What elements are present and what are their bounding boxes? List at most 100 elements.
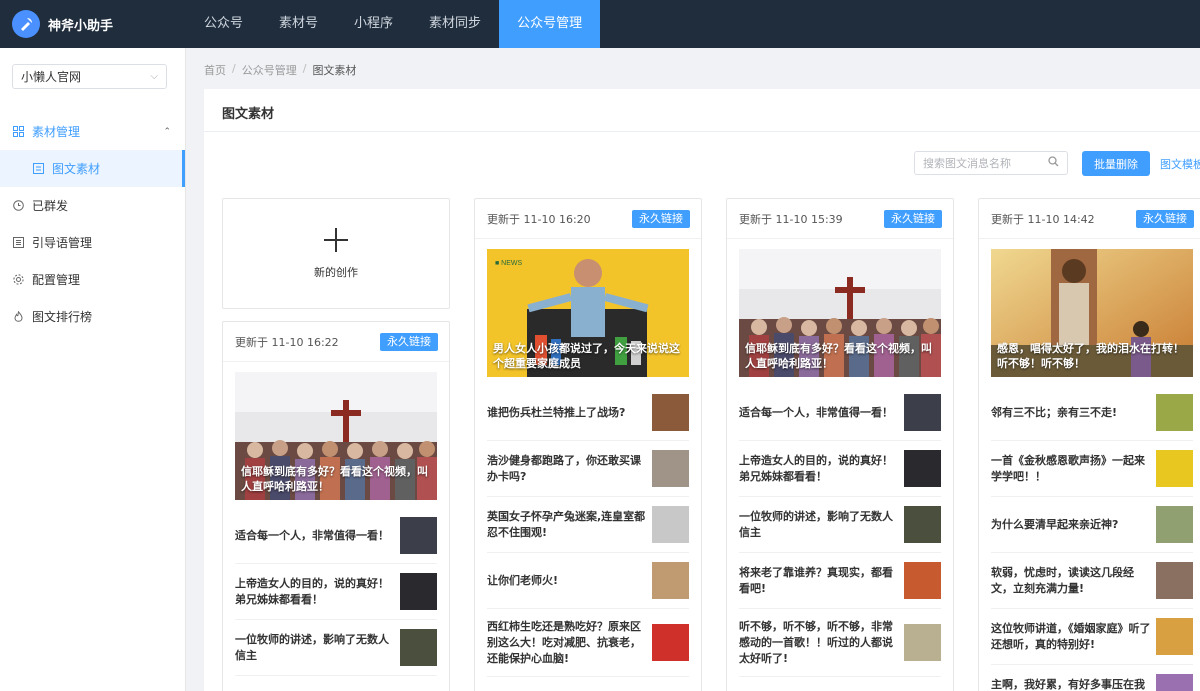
main-panel: 图文素材 搜索图文消息名称 批量删除 图文模板 新的创作 更新于 11-10 1… [204, 89, 1200, 691]
new-creation-card[interactable]: 新的创作 [222, 198, 450, 309]
page-title: 图文素材 [222, 107, 275, 122]
card-updated-time: 更新于 11-10 14:42 [991, 212, 1095, 226]
list-item[interactable]: 上帝造女人的目的，说的真好！弟兄姊妹都看看！ [739, 441, 941, 497]
card-header: 更新于 11-10 16:22 永久链接 [223, 322, 449, 362]
article-thumbnail [1156, 674, 1193, 691]
sidebar-item-settings[interactable]: 配置管理 [0, 261, 185, 298]
cover-image[interactable]: 感恩，唱得太好了，我的泪水在打转！听不够！听不够！ [991, 249, 1193, 377]
list-item[interactable]: 一位牧师的讲述，影响了无数人信主 [235, 620, 437, 676]
list-item[interactable]: 上帝造女人的目的，说的真好！弟兄姊妹都看看！ [235, 564, 437, 620]
batch-delete-button[interactable]: 批量删除 [1082, 151, 1150, 176]
document-icon [32, 163, 44, 175]
divider [204, 131, 1200, 132]
article-thumbnail [400, 629, 437, 666]
sidebar-item-label: 图文素材 [52, 162, 101, 176]
list-item[interactable]: 听不够，听不够，听不够，非常感动的一首歌！！听过的人都说太好听了! [739, 609, 941, 677]
list-item[interactable]: 一首《金秋感恩歌声扬》一起来学学吧！！ [991, 441, 1193, 497]
breadcrumb-account-management[interactable]: 公众号管理 [242, 62, 297, 78]
list-item[interactable]: 让你们老师火! [487, 553, 689, 609]
top-bar: 神斧小助手 公众号 素材号 小程序 素材同步 公众号管理 [0, 0, 1200, 48]
grid-icon [12, 126, 24, 138]
cover-caption: 男人女人小孩都说过了，今天来说说这个超重要家庭成员 [493, 342, 680, 370]
list-item[interactable]: 邻有三不比；亲有三不走! [991, 385, 1193, 441]
cover-image[interactable]: ■ NEWS 男人女人小孩都说过了，今天来说说这个超重要家庭成员 [487, 249, 689, 377]
list-item[interactable]: 浩沙健身都跑路了，你还敢买课办卡吗? [487, 441, 689, 497]
card-updated-time: 更新于 11-10 16:22 [235, 335, 339, 349]
permanent-link-badge[interactable]: 永久链接 [632, 209, 690, 228]
list-item[interactable]: 主啊，我好累，有好多事压在我身 [991, 665, 1193, 691]
article-thumbnail [652, 394, 689, 431]
article-thumbnail [904, 506, 941, 543]
permanent-link-badge[interactable]: 永久链接 [884, 209, 942, 228]
breadcrumb-separator: / [232, 62, 236, 75]
article-thumbnail [1156, 562, 1193, 599]
article-template-link[interactable]: 图文模板 [1160, 156, 1200, 172]
topnav-material-sync[interactable]: 素材同步 [411, 0, 499, 48]
topnav-material-account[interactable]: 素材号 [261, 0, 336, 48]
breadcrumb-separator: / [302, 62, 307, 75]
article-title: 适合每一个人，非常值得一看！ [235, 528, 389, 542]
sidebar-item-article-material[interactable]: 图文素材 [0, 150, 185, 187]
topnav-account-management[interactable]: 公众号管理 [499, 0, 601, 48]
cover-caption: 信耶稣到底有多好？看看这个视频，叫人直呼哈利路亚！ [745, 342, 932, 370]
article-card[interactable]: 更新于 11-10 16:20 永久链接 ■ NEWS 男人女人小孩都说过了，今… [474, 198, 702, 691]
account-select[interactable]: 小懒人官网 ⌵ [12, 64, 167, 89]
sidebar-item-ranking[interactable]: 图文排行榜 [0, 298, 185, 335]
sidebar-item-label: 图文排行榜 [32, 310, 93, 324]
sidebar-menu: 素材管理 ⌃ 图文素材 已群发 引导语管理 配置管理 图文排行榜 [0, 113, 185, 335]
list-item[interactable]: 将来老了靠谁养？真现实，都看看吧! [739, 553, 941, 609]
article-thumbnail [1156, 394, 1193, 431]
article-title: 谁把伤兵杜兰特推上了战场? [487, 405, 626, 419]
list-item[interactable]: 软弱，忧虑时，读读这几段经文，立刻充满力量! [991, 553, 1193, 609]
breadcrumb-home[interactable]: 首页 [204, 62, 226, 78]
article-title: 为什么要清早起来亲近神? [991, 517, 1119, 531]
article-title: 西红柿生吃还是熟吃好？原来区别这么大！吃对减肥、抗衰老，还能保护心血脑! [487, 619, 641, 665]
article-card[interactable]: 更新于 11-10 16:22 永久链接 信耶稣到底有多好？看看这个视频，叫人直… [222, 321, 450, 691]
list-icon [12, 237, 24, 249]
article-card[interactable]: 更新于 11-10 15:39 永久链接 信耶稣到底有多好？看看这个视频，叫人直… [726, 198, 954, 691]
article-thumbnail [652, 624, 689, 661]
article-thumbnail [1156, 506, 1193, 543]
list-item[interactable]: 适合每一个人，非常值得一看！ [739, 385, 941, 441]
list-item[interactable]: 一位牧师的讲述，影响了无数人信主 [739, 497, 941, 553]
article-title: 上帝造女人的目的，说的真好！弟兄姊妹都看看！ [739, 453, 893, 483]
search-icon[interactable] [1048, 156, 1059, 170]
clock-icon [12, 200, 24, 212]
permanent-link-badge[interactable]: 永久链接 [380, 332, 438, 351]
search-placeholder: 搜索图文消息名称 [923, 157, 1011, 170]
sidebar-item-sent[interactable]: 已群发 [0, 187, 185, 224]
list-item[interactable]: 为什么要清早起来亲近神? [991, 497, 1193, 553]
article-card[interactable]: 更新于 11-10 14:42 永久链接 感恩，唱得太好了，我的泪水在打转！听不… [978, 198, 1200, 691]
cover-caption: 感恩，唱得太好了，我的泪水在打转！听不够！听不够！ [997, 342, 1184, 370]
list-item[interactable]: 这位牧师讲道，《婚姻家庭》听了还想听，真的特别好! [991, 609, 1193, 665]
sidebar-item-material-management[interactable]: 素材管理 ⌃ [0, 113, 185, 150]
article-thumbnail [400, 573, 437, 610]
article-title: 一位牧师的讲述，影响了无数人信主 [235, 632, 389, 662]
cover-image[interactable]: 信耶稣到底有多好？看看这个视频，叫人直呼哈利路亚！ [235, 372, 437, 500]
topnav-mini-program[interactable]: 小程序 [336, 0, 411, 48]
chevron-down-icon: ⌵ [150, 71, 158, 82]
article-title: 浩沙健身都跑路了，你还敢买课办卡吗? [487, 453, 641, 483]
article-title: 听不够，听不够，听不够，非常感动的一首歌！！听过的人都说太好听了! [739, 619, 893, 665]
permanent-link-badge[interactable]: 永久链接 [1136, 209, 1194, 228]
list-item[interactable]: 西红柿生吃还是熟吃好？原来区别这么大！吃对减肥、抗衰老，还能保护心血脑! [487, 609, 689, 677]
article-thumbnail [904, 394, 941, 431]
article-thumbnail [1156, 618, 1193, 655]
cover-image[interactable]: 信耶稣到底有多好？看看这个视频，叫人直呼哈利路亚！ [739, 249, 941, 377]
list-item[interactable]: 英国女子怀孕产兔迷案,连皇室都忍不住围观! [487, 497, 689, 553]
gear-icon [12, 274, 24, 286]
search-input[interactable]: 搜索图文消息名称 [914, 151, 1068, 175]
card-updated-time: 更新于 11-10 15:39 [739, 212, 843, 226]
list-item[interactable]: 谁把伤兵杜兰特推上了战场? [487, 385, 689, 441]
sidebar-item-label: 引导语管理 [32, 236, 93, 250]
breadcrumb: 首页 / 公众号管理 / 图文素材 [204, 62, 356, 78]
list-item[interactable]: 适合每一个人，非常值得一看！ [235, 508, 437, 564]
card-header: 更新于 11-10 15:39 永久链接 [727, 199, 953, 239]
article-list: 适合每一个人，非常值得一看！ 上帝造女人的目的，说的真好！弟兄姊妹都看看！ 一位… [727, 385, 953, 677]
sidebar: 小懒人官网 ⌵ 素材管理 ⌃ 图文素材 已群发 引导语管理 配置管理 图文排行榜 [0, 48, 186, 691]
brand[interactable]: 神斧小助手 [0, 0, 186, 48]
top-nav: 公众号 素材号 小程序 素材同步 公众号管理 [186, 0, 601, 48]
sidebar-item-guide-text[interactable]: 引导语管理 [0, 224, 185, 261]
topnav-official-account[interactable]: 公众号 [186, 0, 261, 48]
app-title: 神斧小助手 [48, 18, 114, 34]
